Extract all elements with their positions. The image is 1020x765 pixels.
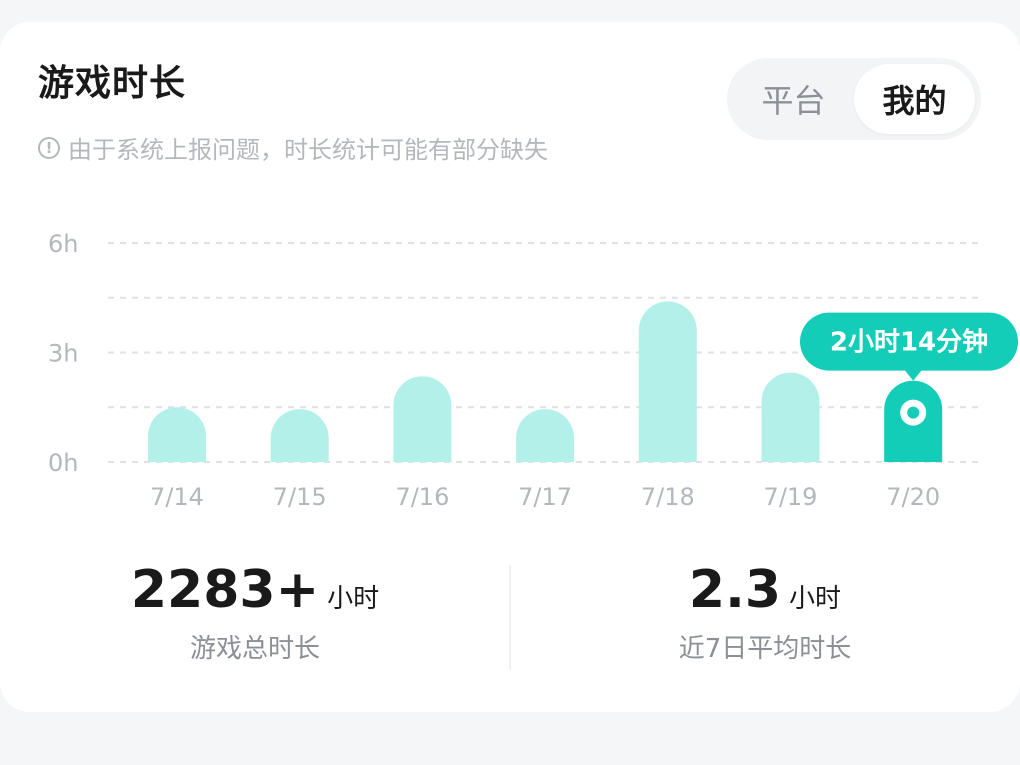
tooltip-text: 2小时14分钟 (830, 327, 988, 358)
average-play-time-stat: 2.3 小时 近7日平均时长 (510, 560, 1020, 665)
y-tick-label: 6h (48, 230, 78, 258)
bar-7-14 (148, 407, 206, 462)
x-tick-label: 7/17 (518, 483, 572, 511)
bar-marker-dot (907, 406, 920, 419)
play-time-chart: 0h 3h 6h 7/14 7/15 7/16 7/17 7/18 7/19 7/20 2小时14分… (48, 230, 1018, 511)
total-play-time-unit: 小时 (327, 584, 380, 614)
x-tick-label: 7/20 (886, 483, 940, 511)
y-tick-label: 3h (48, 340, 78, 368)
bar-7-18 (638, 301, 697, 462)
total-play-time-value: 2283+ (130, 560, 320, 620)
stats-section: 2283+ 小时 游戏总时长 2.3 小时 近7日平均时长 (0, 560, 1020, 680)
average-play-time-value: 2.3 (688, 560, 782, 620)
x-tick-label: 7/15 (273, 483, 327, 511)
x-tick-label: 7/19 (764, 483, 818, 511)
total-play-time-stat: 2283+ 小时 游戏总时长 (0, 560, 510, 665)
tooltip-pointer (904, 369, 923, 381)
x-tick-label: 7/16 (395, 483, 449, 511)
x-tick-label: 7/18 (641, 483, 695, 511)
bar-7-17 (516, 409, 575, 462)
total-play-time-label: 游戏总时长 (189, 634, 320, 664)
average-play-time-unit: 小时 (789, 584, 842, 614)
bar-7-16 (393, 376, 452, 462)
x-tick-label: 7/14 (150, 483, 204, 511)
y-tick-label: 0h (48, 449, 78, 477)
average-play-time-label: 近7日平均时长 (678, 634, 852, 664)
bar-7-19 (761, 372, 820, 462)
bar-7-15 (270, 409, 329, 462)
